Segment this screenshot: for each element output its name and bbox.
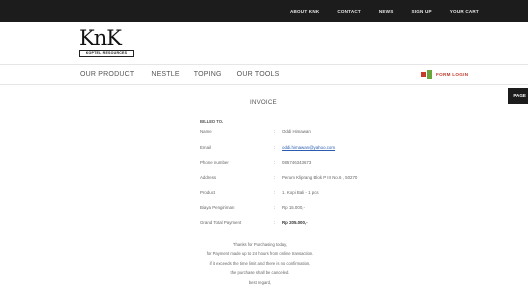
row-label: Phone number [200, 160, 229, 165]
top-bar: ABOUT KNK CONTACT NEWS SIGN UP YOUR CART [0, 0, 528, 22]
top-nav-contact[interactable]: CONTACT [337, 9, 361, 14]
nav-divider-bottom [0, 84, 528, 85]
row-separator: : [274, 129, 276, 134]
note-line: Thanks for Purchasing today, [232, 242, 288, 247]
row-separator: : [274, 145, 276, 150]
site-logo[interactable]: KnK KOPTEL RESOURCES [77, 27, 135, 60]
top-nav-your-cart[interactable]: YOUR CART [450, 9, 479, 14]
top-nav-sign-up[interactable]: SIGN UP [411, 9, 431, 14]
email-link[interactable]: oddi.himawan@yahoo.com [282, 145, 335, 150]
row-label: Address [200, 175, 217, 180]
main-nav: OUR PRODUCT NESTLE TOPING OUR TOOLS [80, 66, 279, 82]
form-login-label: FORM LOGIN [436, 71, 469, 77]
top-nav-about[interactable]: ABOUT KNK [290, 9, 319, 14]
main-nav-our-product[interactable]: OUR PRODUCT [80, 71, 134, 78]
page-tab[interactable]: PAGE [508, 88, 528, 104]
logo-band: KOPTEL RESOURCES [79, 50, 134, 57]
top-nav-news[interactable]: NEWS [379, 9, 394, 14]
row-separator: : [274, 175, 276, 180]
note-line: for Payment made up to 24 hours from onl… [206, 251, 314, 257]
main-nav-toping[interactable]: TOPING [194, 71, 222, 78]
logo-mark: KnK [79, 26, 122, 50]
row-label: Grand Total Payment [200, 220, 242, 225]
row-separator: : [274, 190, 276, 195]
row-separator: : [274, 160, 276, 165]
row-value: 1. Kopi Bali - 1 pcs [282, 190, 319, 195]
row-value: 085746343673 [282, 160, 312, 165]
row-value: Rp 15.000,- [282, 205, 305, 210]
row-value: Perum Kliprang Blok P III No.6 , 50270 [282, 175, 358, 180]
grand-total-value: Rp 205.000,- [282, 220, 308, 225]
invoice-title: INVOICE [250, 99, 277, 106]
main-nav-our-tools[interactable]: OUR TOOLS [237, 71, 280, 78]
form-login-icon [421, 69, 432, 79]
nav-divider-top [0, 64, 528, 65]
billed-to-heading: BILLED TO. [200, 119, 224, 124]
row-separator: : [274, 220, 276, 225]
form-login-button[interactable]: FORM LOGIN [421, 68, 468, 80]
row-label: Name [200, 129, 212, 134]
main-nav-nestle[interactable]: NESTLE [151, 71, 179, 78]
row-value: Oddi Himawan [282, 129, 311, 134]
invoice-notes: Thanks for Purchasing today, for Payment… [140, 240, 380, 287]
row-label: Email [200, 145, 211, 150]
note-line: best regard, [248, 279, 272, 285]
top-nav: ABOUT KNK CONTACT NEWS SIGN UP YOUR CART [290, 0, 479, 22]
row-separator: : [274, 205, 276, 210]
note-line: if it exceeds the time limit and there i… [209, 260, 311, 266]
row-label: Biaya Pengiriman [200, 205, 235, 210]
row-label: Product [200, 190, 216, 195]
note-line: the purchase shall be canceled. [230, 270, 290, 276]
